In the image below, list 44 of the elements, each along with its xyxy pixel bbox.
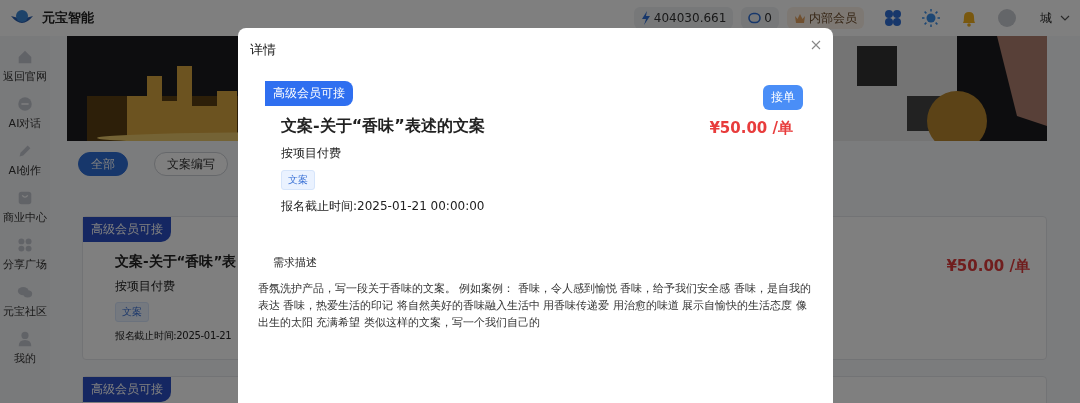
bag-icon (16, 189, 34, 207)
category-tag: 文案 (115, 302, 149, 322)
chat-bubble-icon (16, 95, 34, 113)
description-text: 香氛洗护产品，写一段关于香味的文案。 例如案例： 香味，令人感到愉悦 香味，给予我们安全感 香味，是自我的表达 香味，热爱生活的印记 将自然美好的香味融入生活中 用香味传递爱 用治愈的味道 展示自愉快的生活态度 像出生的太阳 充满希望 类似这样的文案，写一个我们自己的 (258, 281, 812, 331)
app-name: 元宝智能 (42, 9, 94, 27)
price-text: ¥50.00 /单 (946, 257, 1030, 276)
person-icon (16, 330, 34, 348)
close-icon[interactable] (811, 40, 821, 50)
apps-icon[interactable] (884, 9, 902, 27)
filter-chip[interactable]: 文案编写 (154, 152, 228, 176)
sidebar-item[interactable]: 我的 (0, 330, 50, 366)
balance-chip[interactable]: 404030.661 (633, 7, 734, 29)
sidebar-item[interactable]: 元宝社区 (0, 283, 50, 319)
section-label: 需求描述 (273, 255, 317, 270)
member-badge: 高级会员可接 (83, 377, 171, 402)
member-badge: 高级会员可接 (265, 81, 353, 106)
task-title: 文案-关于“香味”表述的文案 (281, 116, 485, 137)
category-tag: 文案 (281, 170, 315, 190)
sidebar-item[interactable]: 返回官网 (0, 48, 50, 84)
sidebar-item[interactable]: AI创作 (0, 142, 50, 178)
task-title: 文案-关于“香味”表 (115, 253, 237, 271)
user-name[interactable]: 城 (1040, 9, 1052, 27)
home-icon (16, 48, 34, 66)
price-text: ¥50.00 /单 (709, 119, 793, 138)
payment-type: 按项目付费 (281, 145, 341, 162)
payment-type: 按项目付费 (115, 278, 175, 295)
dialog-title: 详情 (250, 41, 276, 59)
crown-icon (794, 12, 806, 24)
bell-icon[interactable] (960, 9, 978, 27)
deadline-text: 报名截止时间:2025-01-21 (115, 329, 232, 343)
sidebar-item[interactable]: 商业中心 (0, 189, 50, 225)
member-badge: 高级会员可接 (83, 217, 171, 242)
grid-icon (16, 236, 34, 254)
message-chip[interactable]: 0 (741, 7, 779, 29)
chevron-down-icon[interactable] (1060, 13, 1070, 23)
sun-icon[interactable] (922, 9, 940, 27)
sidebar-item[interactable]: AI对话 (0, 95, 50, 131)
membership-chip[interactable]: 内部会员 (787, 7, 864, 29)
accept-button[interactable]: 接单 (763, 85, 803, 110)
lightning-icon (640, 11, 651, 25)
deadline-text: 报名截止时间:2025-01-21 00:00:00 (281, 198, 485, 215)
filter-chip[interactable]: 全部 (78, 152, 128, 176)
sidebar-item[interactable]: 分享广场 (0, 236, 50, 272)
chat-bubble-icon (748, 12, 762, 24)
